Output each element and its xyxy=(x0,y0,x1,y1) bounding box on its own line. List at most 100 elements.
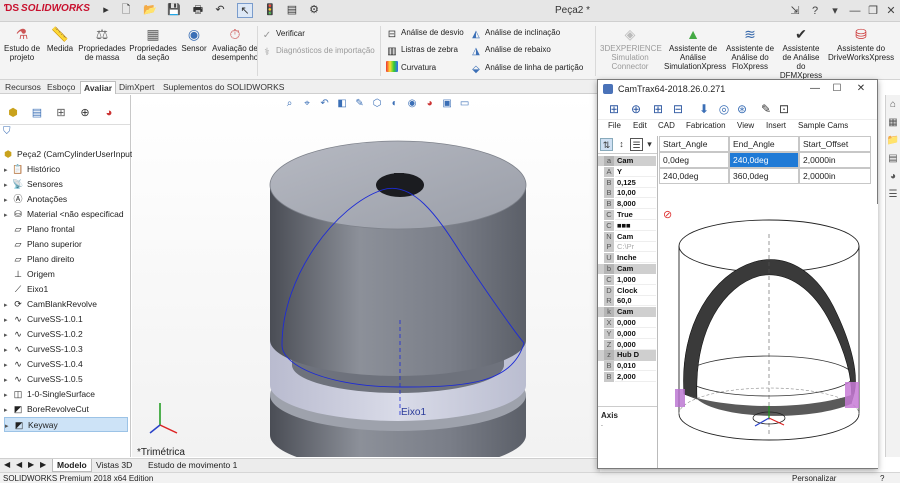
close-icon[interactable]: ✕ xyxy=(882,3,900,19)
property-row[interactable]: X 0,000 xyxy=(598,318,656,328)
camtrax-menu-cad[interactable]: CAD xyxy=(658,121,675,130)
scroll-last-icon[interactable]: ▶ xyxy=(40,460,46,469)
camtrax-close-icon[interactable]: ✕ xyxy=(850,80,872,98)
simulationxpress-button[interactable]: ▲ Assistente de Análise SimulationXpress xyxy=(664,26,726,71)
tab-dimxpert[interactable]: DimXpert xyxy=(116,81,157,94)
grid-cell[interactable]: 0,0deg xyxy=(659,152,729,168)
expand-caret-icon[interactable]: ▸ xyxy=(4,193,12,208)
tree-item-plano-direito[interactable]: ▱ Plano direito xyxy=(4,252,128,267)
grid-cell[interactable]: 360,0deg xyxy=(729,168,799,184)
property-row[interactable]: P C:\Pr xyxy=(598,242,656,253)
property-value[interactable]: Cam xyxy=(615,264,656,274)
property-value[interactable]: 2,000 xyxy=(615,372,656,382)
property-row[interactable]: B 0,125 xyxy=(598,177,656,188)
properties-dropdown-icon[interactable]: ▾ xyxy=(643,138,656,151)
expand-caret-icon[interactable]: ▸ xyxy=(4,163,12,178)
property-category-row[interactable]: z Hub D xyxy=(598,350,656,361)
property-value[interactable]: Hub D xyxy=(615,350,656,360)
appearances-icon[interactable]: ◕ xyxy=(886,169,900,185)
help-status-icon[interactable]: ? xyxy=(880,473,884,483)
property-row[interactable]: N Cam xyxy=(598,231,656,242)
tree-item-borerevolvecut[interactable]: ▸ ◩ BoreRevolveCut xyxy=(4,402,128,417)
property-row[interactable]: Z 0,000 xyxy=(598,339,656,350)
expand-caret-icon[interactable]: ▸ xyxy=(4,298,12,313)
tab-avaliar[interactable]: Avaliar xyxy=(80,81,117,94)
tree-item-material-n-o-especificad[interactable]: ▸ ⛁ Material <não especificad xyxy=(4,207,128,222)
property-value[interactable]: 8,000 xyxy=(615,199,656,210)
cam-blank-model[interactable] xyxy=(132,95,597,457)
undercut-analysis-button[interactable]: ◮ Análise de rebaixo xyxy=(470,43,551,57)
property-value[interactable]: 1,000 xyxy=(615,275,656,285)
property-row[interactable]: C ■■■ xyxy=(598,220,656,231)
undo-icon[interactable]: ↶ xyxy=(212,3,228,18)
customize-button[interactable]: Personalizar xyxy=(792,473,836,483)
property-row[interactable]: D Clock xyxy=(598,285,656,296)
insert-row-icon[interactable]: ⊕ xyxy=(628,101,644,117)
options-gear-icon[interactable]: ⚙ xyxy=(306,3,322,18)
curvature-button[interactable]: Curvatura xyxy=(386,61,436,74)
print-icon[interactable]: 🖶 xyxy=(190,3,206,18)
property-value[interactable]: C:\Pr xyxy=(615,242,656,253)
property-manager-tab-icon[interactable]: ▤ xyxy=(26,105,48,121)
design-study-button[interactable]: ⚗ Estudo de projeto xyxy=(2,26,42,62)
grid-cell[interactable]: 2,0000in xyxy=(799,168,871,184)
expand-caret-icon[interactable]: ▸ xyxy=(4,328,12,343)
grid-cell[interactable]: 2,0000in xyxy=(799,152,871,168)
solidworks-resources-icon[interactable]: ⌂ xyxy=(886,97,900,113)
select-icon[interactable]: ↖ xyxy=(237,3,253,18)
expand-caret-icon[interactable]: ▸ xyxy=(4,358,12,373)
property-row[interactable]: B 0,010 xyxy=(598,361,656,372)
edit-pencil-icon[interactable]: ✎ xyxy=(758,101,774,117)
property-value[interactable]: Cam xyxy=(615,307,656,317)
cad-export-icon[interactable]: ⬇ xyxy=(696,101,712,117)
rebuild-icon[interactable]: 🚦 xyxy=(262,3,278,18)
property-value[interactable]: 0,125 xyxy=(615,178,656,188)
configuration-manager-tab-icon[interactable]: ⊞ xyxy=(50,105,72,121)
restore-icon[interactable]: ❐ xyxy=(864,3,882,19)
solidworks-logo[interactable]: ƊS SOLIDWORKS xyxy=(4,3,90,14)
tree-item-camblankrevolve[interactable]: ▸ ⟳ CamBlankRevolve xyxy=(4,297,128,312)
tab-vistas-3d[interactable]: Vistas 3D xyxy=(96,460,132,470)
property-value[interactable]: True xyxy=(615,210,656,220)
tree-root-part[interactable]: ⬢ Peça2 (CamCylinderUserInput xyxy=(2,147,132,162)
scroll-first-icon[interactable]: ◀ xyxy=(16,460,22,469)
camtrax-menu-sample-cams[interactable]: Sample Cams xyxy=(798,121,848,130)
camtrax-menu-fabrication[interactable]: Fabrication xyxy=(686,121,726,130)
property-row[interactable]: B 2,000 xyxy=(598,372,656,382)
categorized-icon[interactable]: ⇅ xyxy=(600,138,613,151)
sample-cams-icon[interactable]: ⊡ xyxy=(776,101,792,117)
property-row[interactable]: R 60,0 xyxy=(598,296,656,307)
help-dropdown-icon[interactable]: ▾ xyxy=(826,3,844,19)
property-value[interactable]: 60,0 xyxy=(615,296,656,307)
property-category-row[interactable]: k Cam xyxy=(598,307,656,318)
property-value[interactable]: 10,00 xyxy=(615,188,656,199)
cam-3d-preview[interactable]: ⊘ xyxy=(659,204,878,468)
grid-header-start-angle[interactable]: Start_Angle xyxy=(659,136,729,152)
remove-segment-icon[interactable]: ⊟ xyxy=(670,101,686,117)
zebra-stripes-button[interactable]: ▥ Listras de zebra xyxy=(386,43,458,57)
alphabetical-icon[interactable]: ↕ xyxy=(615,138,628,151)
minimize-icon[interactable]: — xyxy=(846,3,864,19)
property-row[interactable]: B 8,000 xyxy=(598,199,656,210)
expand-caret-icon[interactable]: ▸ xyxy=(5,419,13,434)
view-palette-icon[interactable]: ▤ xyxy=(886,151,900,167)
expand-caret-icon[interactable]: ▸ xyxy=(4,388,12,403)
scroll-next-icon[interactable]: ▶ xyxy=(28,460,34,469)
expand-caret-icon[interactable]: ▸ xyxy=(4,343,12,358)
camtrax-menu-insert[interactable]: Insert xyxy=(766,121,786,130)
measure-button[interactable]: 📏 Medida xyxy=(44,26,76,53)
property-value[interactable]: Inche xyxy=(615,253,656,264)
tree-item-anota-es[interactable]: ▸ Ⓐ Anotações xyxy=(4,192,128,207)
file-properties-icon[interactable]: ▤ xyxy=(284,3,300,18)
expand-caret-icon[interactable]: ▸ xyxy=(4,373,12,388)
property-value[interactable]: ■■■ xyxy=(615,221,656,231)
camtrax-menu-file[interactable]: File xyxy=(608,121,621,130)
expand-caret-icon[interactable]: ▸ xyxy=(4,208,12,223)
camtrax-maximize-icon[interactable]: ☐ xyxy=(826,80,848,98)
grid-cell[interactable]: 240,0deg xyxy=(729,152,799,168)
camtrax-minimize-icon[interactable]: — xyxy=(804,80,826,98)
tab-modelo[interactable]: Modelo xyxy=(52,459,92,472)
property-row[interactable]: Y 0,000 xyxy=(598,328,656,339)
property-value[interactable]: 0,000 xyxy=(615,318,656,328)
property-value[interactable]: Cam xyxy=(615,156,656,166)
